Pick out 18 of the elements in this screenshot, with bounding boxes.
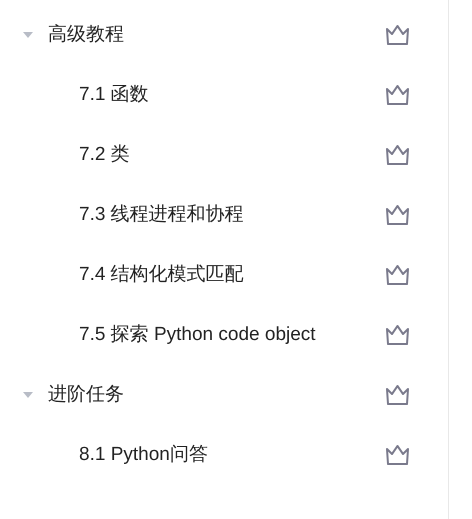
section-title[interactable]: 进阶任务 xyxy=(48,380,385,410)
crown-icon xyxy=(385,384,410,406)
crown-icon xyxy=(385,24,410,46)
lesson-title[interactable]: 7.4 结构化模式匹配 xyxy=(79,260,385,290)
caret-icon[interactable] xyxy=(22,391,34,399)
caret-icon[interactable] xyxy=(22,31,34,39)
lesson-title[interactable]: 7.1 函数 xyxy=(79,80,385,110)
lesson-title[interactable]: 8.1 Python问答 xyxy=(79,440,385,470)
lesson-title[interactable]: 7.3 线程进程和协程 xyxy=(79,200,385,230)
crown-icon xyxy=(385,444,410,466)
crown-icon xyxy=(385,204,410,226)
crown-icon xyxy=(385,264,410,286)
lesson-title[interactable]: 7.5 探索 Python code object xyxy=(79,320,385,350)
section-title[interactable]: 高级教程 xyxy=(48,20,385,50)
crown-icon xyxy=(385,144,410,166)
lesson-title[interactable]: 7.2 类 xyxy=(79,140,385,170)
crown-icon xyxy=(385,84,410,106)
crown-icon xyxy=(385,324,410,346)
